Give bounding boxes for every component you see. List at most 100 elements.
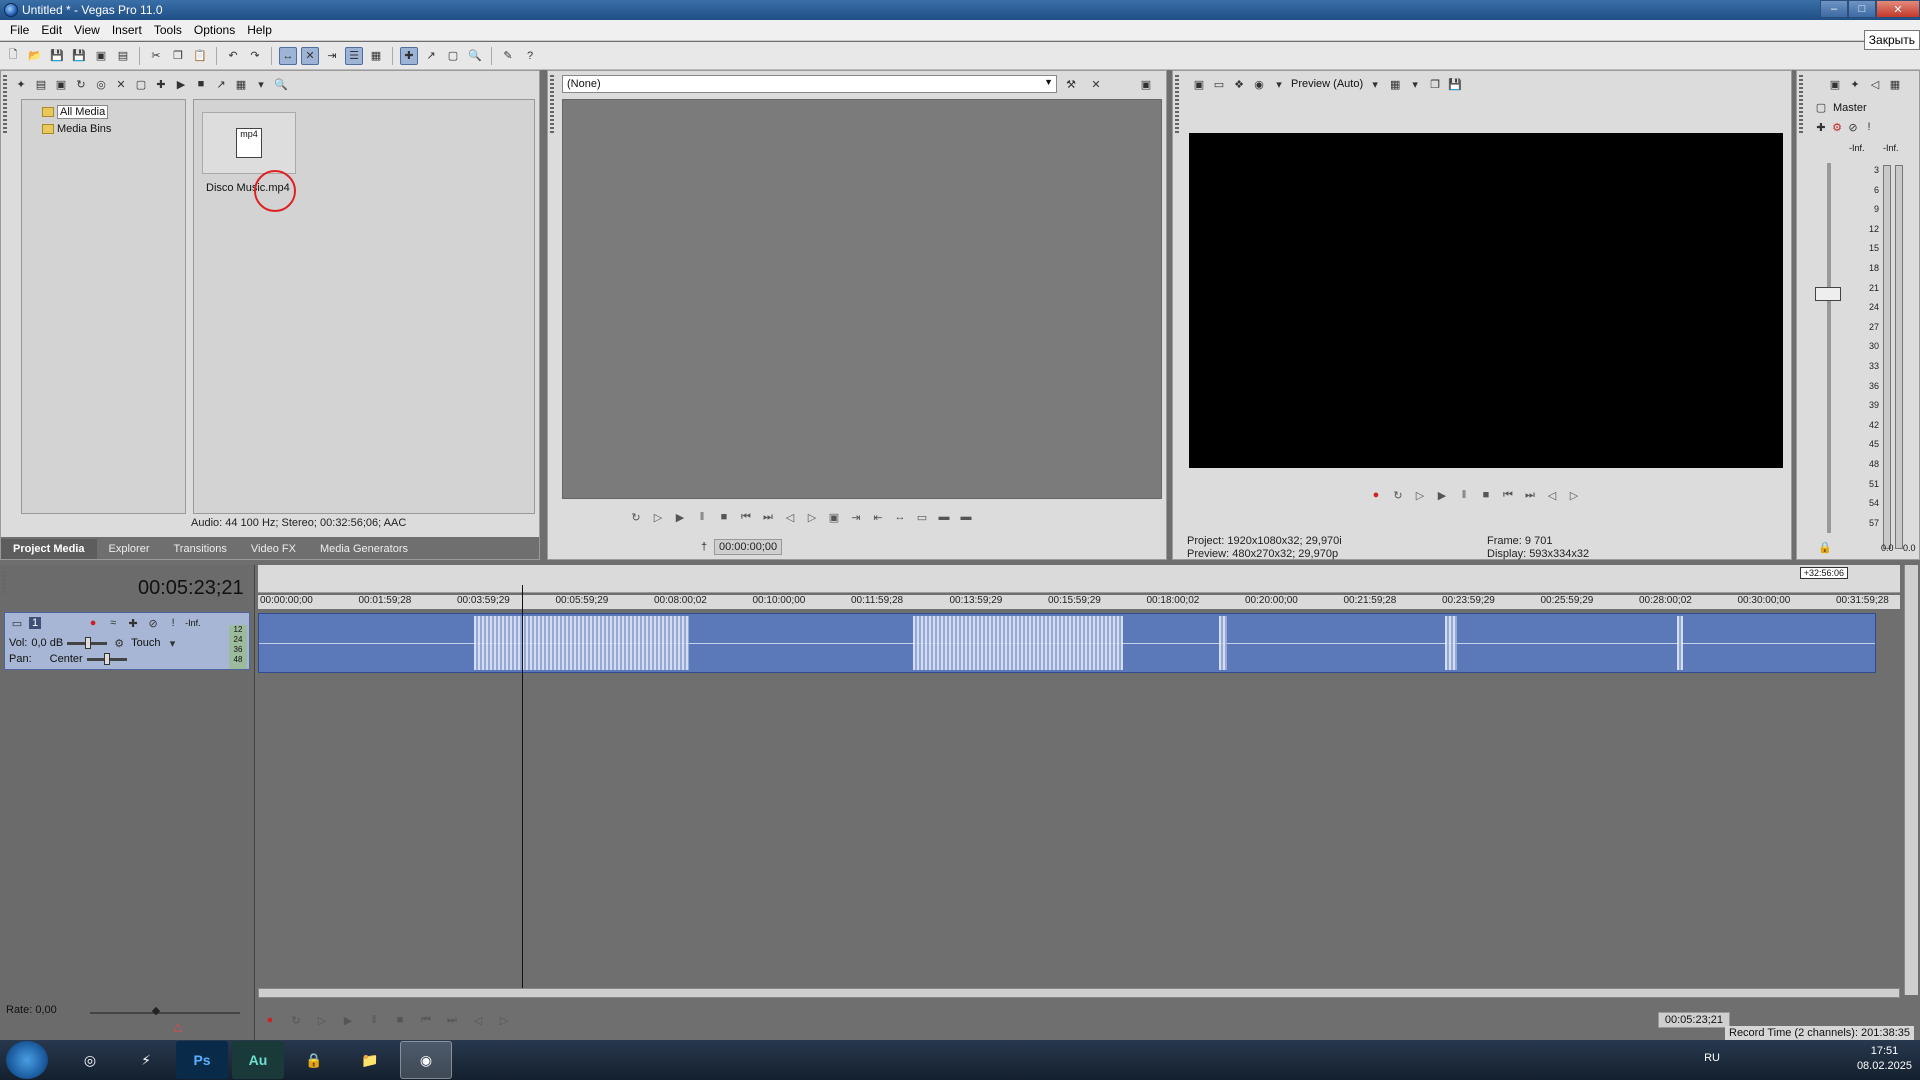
tab-media-generators[interactable]: Media Generators [308,539,420,559]
flash-taskbar-icon[interactable]: ⚡ [120,1041,172,1079]
marker-bar[interactable]: +32:56:06 [258,565,1900,593]
audio-track-header[interactable]: ▭ 1 ● ≈ ✚ ⊘ ! -Inf. Vol: 0,0 dB ⚙ Touch … [4,612,250,670]
record-icon[interactable]: ● [1368,487,1384,503]
views-dropdown-icon[interactable]: ▾ [253,76,269,92]
time-ruler[interactable]: 00:00:00;00 00:01:59;28 00:03:59;29 00:05:5… [258,595,1900,609]
photoshop-taskbar-icon[interactable]: Ps [176,1041,228,1079]
start-button[interactable] [6,1041,48,1079]
timeline-vertical-scrollbar[interactable] [1904,565,1918,995]
playback-cursor[interactable] [522,585,523,995]
help-icon[interactable]: ? [521,47,539,65]
arm-record-icon[interactable]: ● [85,615,101,631]
mixer-view-icon[interactable]: ▣ [1827,76,1843,92]
lock-taskbar-icon[interactable]: 🔒 [288,1041,340,1079]
properties-icon[interactable]: ▤ [114,47,132,65]
solo-icon[interactable]: ! [165,615,181,631]
panel-grip[interactable] [3,75,7,135]
trimmer-display-icon[interactable]: ▣ [1138,76,1154,92]
project-settings-icon[interactable]: ▣ [1191,76,1207,92]
menu-tools[interactable]: Tools [148,23,188,37]
video-fx-icon[interactable]: ◉ [1251,76,1267,92]
play-from-start-icon[interactable]: ▷ [1412,487,1428,503]
tree-item-all-media[interactable]: All Media [22,103,185,121]
search-icon[interactable]: 🔍 [273,76,289,92]
ripple-edit-icon[interactable]: ⇥ [323,47,341,65]
trimmer-mode-icon[interactable]: ▣ [826,509,842,525]
automation-dropdown-icon[interactable]: ▾ [165,635,181,651]
cut-icon[interactable]: ✂ [147,47,165,65]
play-icon[interactable]: ▶ [340,1012,356,1028]
menu-view[interactable]: View [68,23,106,37]
track-minimize-icon[interactable]: ▭ [9,615,25,631]
copy-snapshot-icon[interactable]: ❐ [1427,76,1443,92]
fit-icon[interactable]: ↔ [892,509,908,525]
overlays-icon[interactable]: ▦ [1387,76,1403,92]
pan-slider[interactable] [86,652,127,665]
normal-edit-tool-icon[interactable]: ✚ [400,46,418,65]
system-clock[interactable]: 17:51 08.02.2025 [1857,1044,1912,1074]
marker-out-icon[interactable]: ▬ [958,509,974,525]
master-fader-track[interactable] [1827,163,1831,533]
marker-in-icon[interactable]: ▬ [936,509,952,525]
zoom-tool-icon[interactable]: 🔍 [466,47,484,65]
mute-icon[interactable]: ⊘ [145,615,161,631]
pause-icon[interactable]: ‖ [694,509,710,525]
menu-help[interactable]: Help [241,23,278,37]
prev-frame-icon[interactable]: ◁ [470,1012,486,1028]
trimmer-view[interactable] [562,99,1162,499]
trimmer-media-select[interactable]: (None) ▼ [562,75,1057,93]
close-button[interactable]: ✕ [1876,0,1920,18]
tree-item-media-bins[interactable]: Media Bins [22,121,185,137]
undo-icon[interactable]: ↶ [224,47,242,65]
rate-slider[interactable] [90,1012,240,1014]
loop-icon[interactable]: ↻ [288,1012,304,1028]
ignore-grouping-icon[interactable]: ▦ [367,47,385,65]
tab-explorer[interactable]: Explorer [97,539,162,559]
go-to-start-icon[interactable]: ⏮ [738,509,754,525]
play-from-start-icon[interactable]: ▷ [314,1012,330,1028]
go-to-start-icon[interactable]: ⏮ [1500,487,1516,503]
redo-icon[interactable]: ↷ [246,47,264,65]
rate-slider-knob-icon[interactable]: ◆ [148,1002,164,1018]
go-to-end-icon[interactable]: ⏭ [760,509,776,525]
menu-options[interactable]: Options [188,23,241,37]
play-from-start-icon[interactable]: ▷ [650,509,666,525]
split-screen-icon[interactable]: ❖ [1231,76,1247,92]
overwrite-icon[interactable]: ⇤ [870,509,886,525]
import-media-icon[interactable]: ✦ [13,76,29,92]
lock-icon[interactable]: 🔒 [1817,539,1833,555]
play-icon[interactable]: ▶ [1434,487,1450,503]
get-media-icon[interactable]: ▣ [53,76,69,92]
panel-grip[interactable] [1799,75,1803,135]
next-frame-icon[interactable]: ▷ [804,509,820,525]
panel-grip[interactable] [2,571,6,595]
vegas-taskbar-icon[interactable]: ◉ [400,1041,452,1079]
trimmer-clear-icon[interactable]: ✕ [1088,76,1104,92]
preview-quality-dropdown-icon[interactable]: ▾ [1271,76,1287,92]
lock-envelopes-icon[interactable]: ☰ [345,46,363,65]
add-to-bin-icon[interactable]: ✚ [153,76,169,92]
copy-icon[interactable]: ❐ [169,47,187,65]
prev-frame-icon[interactable]: ◁ [782,509,798,525]
media-thumbnail[interactable]: mp4 [202,112,296,174]
minimize-button[interactable]: – [1820,0,1848,18]
envelope-tool-icon[interactable]: ↗ [422,47,440,65]
auto-preview-icon[interactable]: ↗ [213,76,229,92]
remove-media-icon[interactable]: ✕ [113,76,129,92]
go-to-end-icon[interactable]: ⏭ [444,1012,460,1028]
media-fx-icon[interactable]: ◎ [93,76,109,92]
play-media-icon[interactable]: ▶ [173,76,189,92]
new-project-icon[interactable]: 🗋 [4,47,22,65]
track-fx-icon[interactable]: ✚ [125,615,141,631]
refresh-icon[interactable]: ↻ [73,76,89,92]
language-indicator[interactable]: RU [1704,1052,1720,1064]
add-to-timeline-icon[interactable]: ⇥ [848,509,864,525]
stop-icon[interactable]: ■ [1478,487,1494,503]
tab-video-fx[interactable]: Video FX [239,539,308,559]
audio-event-disco-music[interactable] [258,613,1876,673]
automation-gear-icon[interactable]: ⚙ [111,635,127,651]
views-icon[interactable]: ▦ [233,76,249,92]
tab-project-media[interactable]: Project Media [1,539,97,559]
master-fx-icon[interactable]: ▢ [1813,99,1829,115]
tab-transitions[interactable]: Transitions [162,539,239,559]
